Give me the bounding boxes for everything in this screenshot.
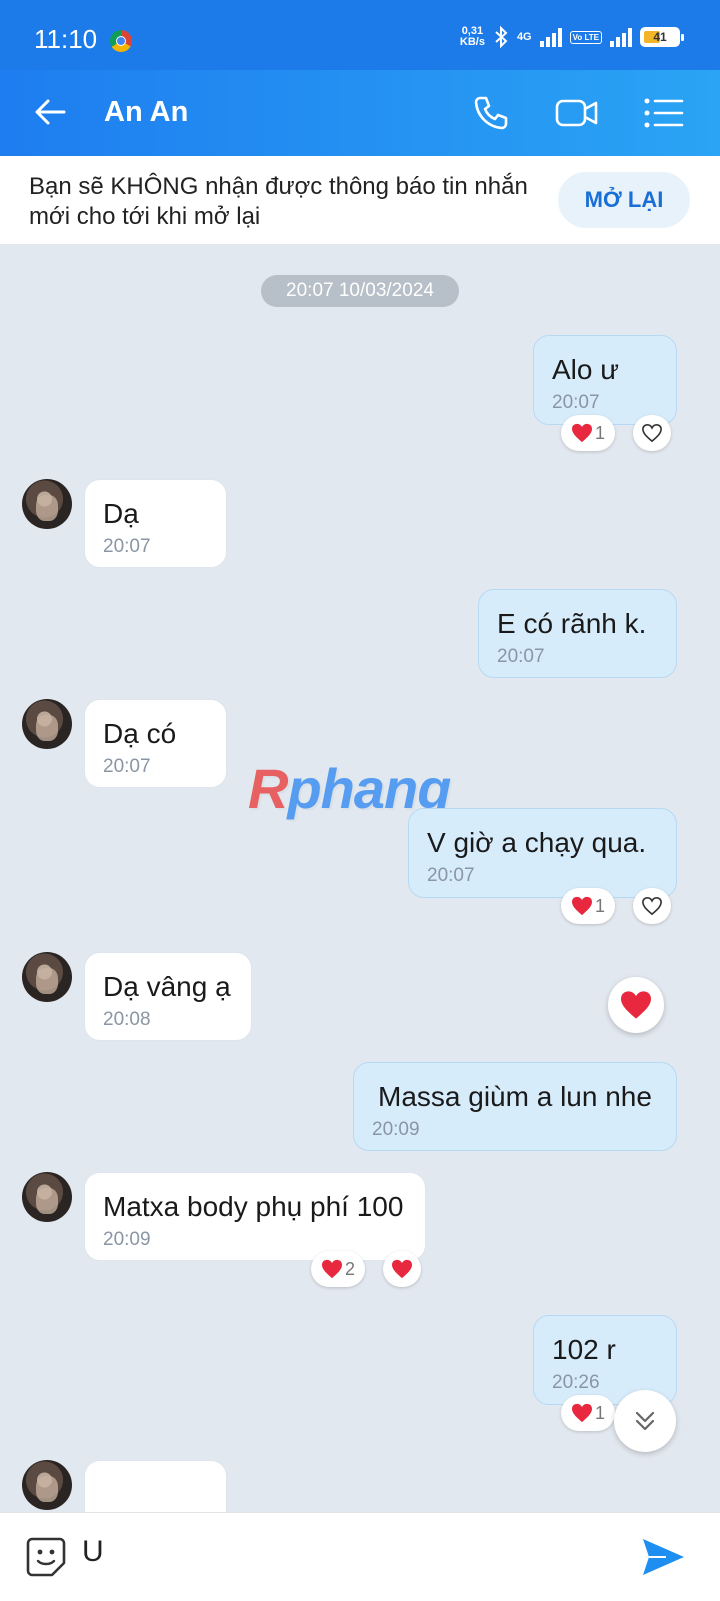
- chrome-icon: [110, 30, 132, 52]
- status-bar: 11:10 0,31 KB/s 4G Vo LTE 41: [0, 0, 720, 70]
- reopen-notifications-button[interactable]: MỞ LẠI: [558, 172, 690, 228]
- reaction-badge[interactable]: 1: [561, 888, 615, 924]
- date-separator: 20:07 10/03/2024: [261, 275, 459, 307]
- message-bubble-outgoing[interactable]: V giờ a chạy qua. 20:07: [408, 808, 677, 898]
- message-text: 102 r: [552, 1334, 616, 1365]
- react-button[interactable]: [633, 888, 671, 924]
- list-menu-icon[interactable]: [640, 90, 686, 136]
- message-composer: U: [0, 1512, 720, 1601]
- react-button[interactable]: [383, 1251, 421, 1287]
- avatar[interactable]: [22, 1460, 72, 1510]
- send-icon[interactable]: [640, 1535, 686, 1579]
- message-list[interactable]: 20:07 10/03/2024 Alo ư 20:07 1 Dạ 20:07 …: [0, 244, 720, 1512]
- message-time: 20:09: [372, 1119, 420, 1140]
- double-chevron-down-icon: [635, 1411, 655, 1431]
- message-time: 20:08: [103, 1009, 151, 1030]
- watermark-r: R: [248, 757, 288, 820]
- react-button[interactable]: [633, 415, 671, 451]
- message-bubble-incoming-partial[interactable]: [84, 1460, 227, 1512]
- message-bubble-outgoing[interactable]: E có rãnh k. 20:07: [478, 589, 677, 678]
- network-type: 4G: [516, 31, 532, 43]
- reaction-badge[interactable]: 1: [561, 1395, 615, 1431]
- avatar[interactable]: [22, 952, 72, 1002]
- bluetooth-icon: [495, 25, 508, 49]
- reaction-badge[interactable]: 1: [561, 415, 615, 451]
- quick-heart-reaction-button[interactable]: [608, 977, 664, 1033]
- message-bubble-outgoing[interactable]: Alo ư 20:07: [533, 335, 677, 425]
- heart-icon: [571, 1403, 592, 1423]
- heart-outline-icon: [642, 423, 662, 443]
- message-time: 20:07: [552, 392, 600, 413]
- heart-icon: [571, 423, 592, 443]
- signal-bars-icon-2: [610, 27, 632, 47]
- speed-unit: KB/s: [459, 36, 485, 48]
- message-bubble-incoming[interactable]: Dạ có 20:07: [84, 699, 227, 788]
- message-time: 20:07: [103, 536, 151, 557]
- message-text: V giờ a chạy qua.: [427, 827, 647, 858]
- video-camera-icon[interactable]: [554, 90, 600, 136]
- message-input[interactable]: U: [82, 1535, 104, 1569]
- message-text: Dạ: [103, 498, 139, 529]
- reaction-count: 1: [594, 895, 605, 916]
- message-time: 20:07: [427, 865, 475, 886]
- message-bubble-outgoing[interactable]: Massa giùm a lun nhe 20:09: [353, 1062, 677, 1151]
- message-text: E có rãnh k.: [497, 608, 647, 639]
- heart-outline-icon: [642, 896, 662, 916]
- avatar[interactable]: [22, 479, 72, 529]
- phone-icon[interactable]: [468, 90, 514, 136]
- mute-notice-banner: Bạn sẽ KHÔNG nhận được thông báo tin nhắ…: [0, 156, 720, 244]
- signal-bars-icon: [539, 27, 562, 47]
- message-bubble-incoming[interactable]: Dạ vâng ạ 20:08: [84, 952, 252, 1041]
- message-text: Dạ có: [103, 718, 177, 749]
- avatar[interactable]: [22, 1172, 72, 1222]
- message-text: Massa giùm a lun nhe: [378, 1081, 652, 1112]
- status-time: 11:10: [34, 24, 98, 54]
- chat-header: An An: [0, 70, 720, 156]
- battery-level: 41: [653, 30, 667, 44]
- heart-icon: [621, 991, 651, 1019]
- message-text: Alo ư: [552, 354, 619, 385]
- heart-icon: [392, 1259, 412, 1279]
- status-indicators: 0,31 KB/s 4G Vo LTE 41: [460, 22, 684, 52]
- heart-icon: [321, 1259, 342, 1279]
- message-time: 20:07: [103, 756, 151, 777]
- mute-notice-text: Bạn sẽ KHÔNG nhận được thông báo tin nhắ…: [29, 173, 528, 230]
- message-bubble-incoming[interactable]: Matxa body phụ phí 100 20:09: [84, 1172, 426, 1261]
- avatar[interactable]: [22, 699, 72, 749]
- reaction-count: 1: [594, 1402, 605, 1423]
- heart-icon: [571, 896, 592, 916]
- back-arrow-icon[interactable]: [30, 92, 70, 132]
- reaction-count: 1: [594, 422, 605, 443]
- message-text: Matxa body phụ phí 100: [103, 1191, 404, 1222]
- reaction-badge[interactable]: 2: [311, 1251, 365, 1287]
- sticker-smile-icon[interactable]: [24, 1535, 68, 1579]
- battery-icon: 41: [640, 27, 684, 47]
- message-text: Dạ vâng ạ: [103, 971, 231, 1002]
- scroll-to-bottom-button[interactable]: [614, 1390, 676, 1452]
- contact-name[interactable]: An An: [104, 96, 188, 129]
- message-time: 20:09: [103, 1229, 151, 1250]
- network-speed: 0,31 KB/s: [460, 26, 485, 48]
- volte-badge: Vo LTE: [569, 30, 602, 44]
- message-bubble-incoming[interactable]: Dạ 20:07: [84, 479, 227, 568]
- reaction-count: 2: [344, 1258, 355, 1279]
- message-time: 20:07: [497, 646, 545, 667]
